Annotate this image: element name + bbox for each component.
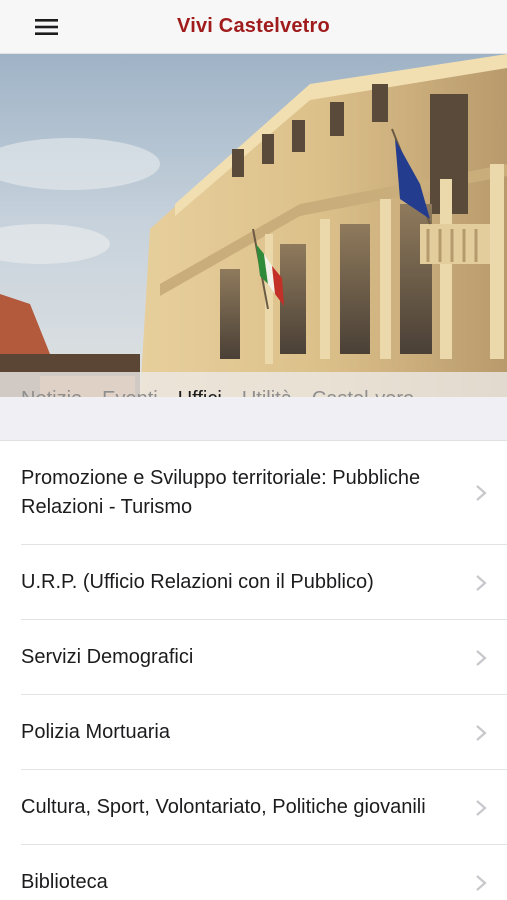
list-item-polizia-mortuaria[interactable]: Polizia Mortuaria [0,695,507,770]
list-item-label: Promozione e Sviluppo territoriale: Pubb… [21,467,421,518]
list-item-cultura-sport[interactable]: Cultura, Sport, Volontariato, Politiche … [0,770,507,845]
list-item-label: Servizi Demografici [21,646,194,668]
chevron-right-icon [476,799,487,816]
section-spacer [0,397,507,441]
hero-banner: Notizie Eventi Uffici Utilità Castel-ver… [0,54,507,397]
chevron-right-icon [476,724,487,741]
chevron-right-icon [476,649,487,666]
offices-list: Promozione e Sviluppo territoriale: Pubb… [0,441,507,900]
list-item-label: Biblioteca [21,871,108,893]
section-tabs: Notizie Eventi Uffici Utilità Castel-ver… [0,372,507,397]
list-item-promozione[interactable]: Promozione e Sviluppo territoriale: Pubb… [0,441,507,545]
hamburger-menu-icon [35,19,58,35]
list-item-label: Polizia Mortuaria [21,721,170,743]
list-item-label: U.R.P. (Ufficio Relazioni con il Pubblic… [21,571,374,593]
list-item-servizi-demografici[interactable]: Servizi Demografici [0,620,507,695]
nav-bar: Vivi Castelvetro [0,0,507,54]
tab-notizie[interactable]: Notizie [21,388,82,398]
chevron-right-icon [476,574,487,591]
tab-utilita[interactable]: Utilità [242,388,292,398]
menu-button[interactable] [26,13,68,41]
tab-castel-vero[interactable]: Castel-vero [312,388,414,398]
tab-eventi[interactable]: Eventi [102,388,158,398]
tab-uffici[interactable]: Uffici [178,388,222,398]
chevron-right-icon [476,485,487,501]
palazzo-hero-image [0,54,507,397]
app-title: Vivi Castelvetro [177,15,330,37]
list-item-biblioteca[interactable]: Biblioteca [0,845,507,900]
list-item-urp[interactable]: U.R.P. (Ufficio Relazioni con il Pubblic… [0,545,507,620]
list-item-label: Cultura, Sport, Volontariato, Politiche … [21,796,426,818]
chevron-right-icon [476,874,487,891]
